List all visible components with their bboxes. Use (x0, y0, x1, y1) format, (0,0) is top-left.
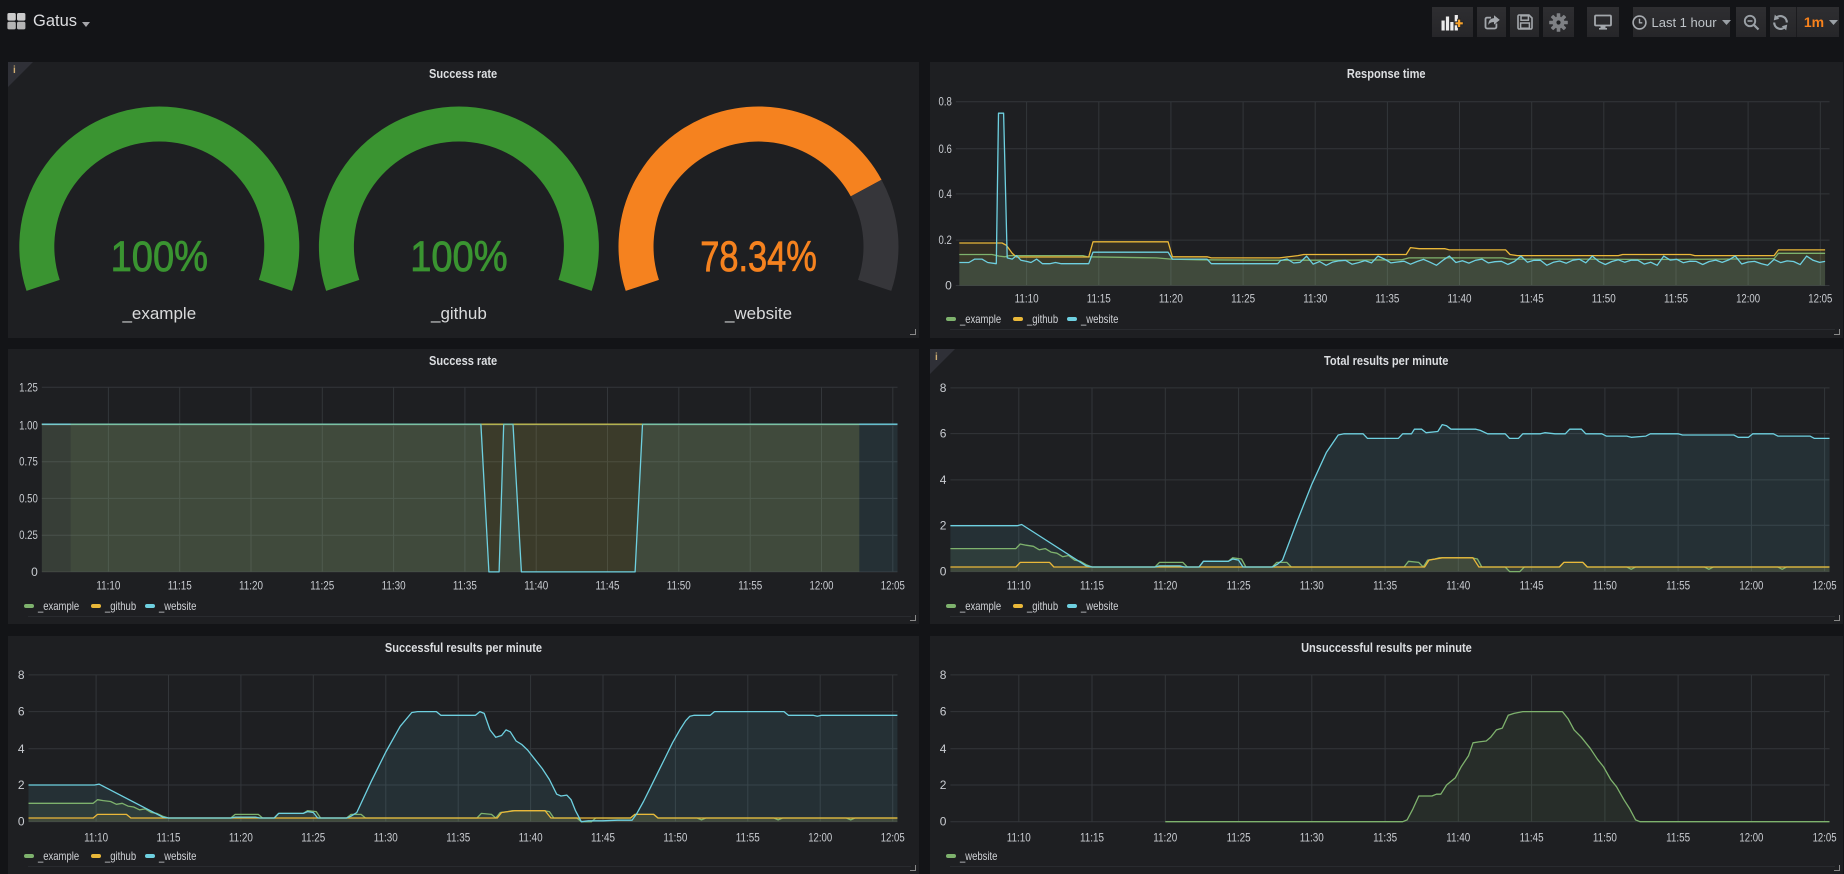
svg-text:11:20: 11:20 (229, 830, 253, 844)
svg-text:0: 0 (940, 565, 947, 579)
svg-text:11:20: 11:20 (1153, 579, 1177, 593)
svg-text:11:55: 11:55 (1666, 579, 1690, 593)
svg-text:11:30: 11:30 (1303, 292, 1327, 306)
svg-text:11:30: 11:30 (382, 579, 406, 593)
svg-text:12:00: 12:00 (808, 830, 832, 844)
svg-text:8: 8 (940, 381, 947, 395)
svg-text:11:15: 11:15 (1080, 579, 1104, 593)
svg-text:78.34%: 78.34% (700, 233, 817, 280)
svg-text:0: 0 (31, 565, 38, 579)
svg-text:4: 4 (940, 742, 947, 756)
svg-text:_example: _example (121, 304, 196, 323)
svg-text:11:45: 11:45 (1520, 830, 1544, 844)
svg-text:6: 6 (940, 705, 947, 719)
svg-text:11:50: 11:50 (1592, 292, 1616, 306)
svg-text:11:55: 11:55 (1664, 292, 1688, 306)
svg-text:0.50: 0.50 (19, 491, 38, 505)
svg-text:2: 2 (940, 778, 947, 792)
svg-text:11:40: 11:40 (1446, 830, 1470, 844)
svg-text:12:05: 12:05 (1813, 830, 1837, 844)
svg-text:0.8: 0.8 (939, 95, 953, 109)
svg-text:8: 8 (940, 668, 947, 682)
svg-text:2: 2 (18, 778, 25, 792)
svg-text:11:50: 11:50 (667, 579, 691, 593)
svg-text:11:10: 11:10 (1007, 579, 1031, 593)
svg-text:2: 2 (940, 518, 947, 532)
svg-text:100%: 100% (111, 232, 208, 281)
svg-text:11:25: 11:25 (310, 579, 334, 593)
svg-text:11:10: 11:10 (84, 830, 108, 844)
svg-text:0.75: 0.75 (19, 455, 38, 469)
svg-text:12:00: 12:00 (1736, 292, 1760, 306)
svg-text:11:15: 11:15 (1080, 830, 1104, 844)
svg-text:0.25: 0.25 (19, 528, 38, 542)
svg-text:0: 0 (940, 815, 947, 829)
svg-text:11:25: 11:25 (1227, 830, 1251, 844)
svg-text:11:40: 11:40 (524, 579, 548, 593)
svg-text:11:35: 11:35 (1375, 292, 1399, 306)
svg-text:11:10: 11:10 (1007, 830, 1031, 844)
svg-text:11:25: 11:25 (1227, 579, 1251, 593)
svg-text:12:05: 12:05 (881, 579, 905, 593)
svg-text:1.00: 1.00 (19, 418, 38, 432)
svg-text:11:50: 11:50 (663, 830, 687, 844)
svg-text:11:10: 11:10 (96, 579, 120, 593)
svg-text:_website: _website (724, 304, 792, 323)
svg-text:11:30: 11:30 (374, 830, 398, 844)
svg-text:0.4: 0.4 (939, 187, 953, 201)
svg-text:11:45: 11:45 (1520, 292, 1544, 306)
svg-text:12:00: 12:00 (810, 579, 834, 593)
svg-text:11:35: 11:35 (446, 830, 470, 844)
svg-text:11:25: 11:25 (1231, 292, 1255, 306)
svg-text:0: 0 (18, 815, 25, 829)
svg-text:12:00: 12:00 (1739, 830, 1763, 844)
svg-text:0.6: 0.6 (939, 142, 953, 156)
svg-text:6: 6 (18, 705, 25, 719)
svg-text:11:50: 11:50 (1593, 579, 1617, 593)
svg-text:11:55: 11:55 (736, 830, 760, 844)
svg-text:11:30: 11:30 (1300, 579, 1324, 593)
svg-text:1.25: 1.25 (19, 380, 38, 394)
svg-text:11:35: 11:35 (1373, 579, 1397, 593)
svg-text:4: 4 (18, 742, 25, 756)
svg-text:11:25: 11:25 (301, 830, 325, 844)
svg-text:0: 0 (945, 279, 952, 293)
svg-text:11:40: 11:40 (1448, 292, 1472, 306)
svg-text:12:05: 12:05 (881, 830, 905, 844)
svg-text:11:55: 11:55 (738, 579, 762, 593)
svg-text:11:45: 11:45 (596, 579, 620, 593)
svg-text:0.2: 0.2 (939, 233, 953, 247)
svg-text:6: 6 (940, 427, 947, 441)
svg-text:11:20: 11:20 (1153, 830, 1177, 844)
svg-text:11:15: 11:15 (168, 579, 192, 593)
svg-text:11:15: 11:15 (1087, 292, 1111, 306)
svg-text:12:05: 12:05 (1813, 579, 1837, 593)
svg-text:100%: 100% (410, 232, 507, 281)
svg-text:11:45: 11:45 (1520, 579, 1544, 593)
svg-text:12:00: 12:00 (1739, 579, 1763, 593)
svg-text:11:10: 11:10 (1015, 292, 1039, 306)
svg-text:_github: _github (430, 304, 487, 323)
svg-text:11:45: 11:45 (591, 830, 615, 844)
svg-text:11:30: 11:30 (1300, 830, 1324, 844)
svg-text:11:40: 11:40 (519, 830, 543, 844)
svg-text:11:50: 11:50 (1593, 830, 1617, 844)
svg-text:11:55: 11:55 (1666, 830, 1690, 844)
svg-text:4: 4 (940, 473, 947, 487)
svg-text:8: 8 (18, 668, 25, 682)
svg-text:11:15: 11:15 (157, 830, 181, 844)
svg-text:11:20: 11:20 (1159, 292, 1183, 306)
svg-text:11:35: 11:35 (453, 579, 477, 593)
svg-text:11:40: 11:40 (1446, 579, 1470, 593)
svg-text:11:35: 11:35 (1373, 830, 1397, 844)
svg-text:11:20: 11:20 (239, 579, 263, 593)
svg-text:12:05: 12:05 (1808, 292, 1832, 306)
